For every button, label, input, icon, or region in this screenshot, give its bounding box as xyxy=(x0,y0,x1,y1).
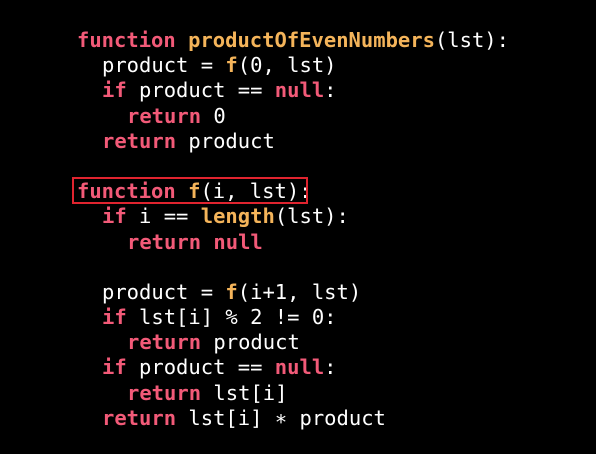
code-token: product == xyxy=(126,355,275,380)
code-line: return 0 xyxy=(77,104,509,129)
code-block: function productOfEvenNumbers(lst): produ… xyxy=(77,28,509,431)
code-line: if i == length(lst): xyxy=(77,204,509,229)
keyword-token: if xyxy=(102,355,127,380)
keyword-token: null xyxy=(213,229,263,254)
code-token: product xyxy=(176,128,275,153)
keyword-token: null xyxy=(274,355,325,380)
code-token: i == xyxy=(126,204,201,229)
code-token: product == xyxy=(126,78,275,103)
code-token: product xyxy=(287,405,386,430)
code-line: return lst[i] xyxy=(77,381,509,406)
code-token: (lst): xyxy=(434,28,509,52)
code-line: return product xyxy=(77,330,509,355)
code-token: product xyxy=(201,330,300,355)
function-name-token: productOfEvenNumbers xyxy=(188,28,435,52)
keyword-token: return xyxy=(127,229,202,254)
code-line: if product == null: xyxy=(77,78,509,103)
keyword-token: if xyxy=(102,204,127,229)
keyword-token: function xyxy=(77,28,176,52)
function-name-token: length xyxy=(200,204,275,229)
code-line: product = f(0, lst) xyxy=(77,53,509,78)
keyword-token: return xyxy=(102,405,177,430)
keyword-token: return xyxy=(127,330,202,355)
code-token: product = xyxy=(102,53,226,78)
code-token: lst[i] xyxy=(201,380,288,405)
keyword-token: if xyxy=(102,78,127,103)
code-line: if lst[i] % 2 != 0: xyxy=(77,305,509,330)
code-token: product = xyxy=(102,279,226,304)
keyword-token: if xyxy=(102,305,127,330)
highlight-box xyxy=(72,177,308,204)
keyword-token: return xyxy=(102,128,177,153)
code-token: ∗ xyxy=(274,405,288,430)
function-name-token: f xyxy=(225,279,238,304)
code-line: if product == null: xyxy=(77,355,509,380)
keyword-token: return xyxy=(127,380,202,405)
code-line: return null xyxy=(77,230,509,255)
code-token: (i+1, lst) xyxy=(237,279,362,304)
function-name-token: f xyxy=(225,53,238,78)
code-line: product = f(i+1, lst) xyxy=(77,280,509,305)
code-line: return product xyxy=(77,129,509,154)
code-line: return lst[i] ∗ product xyxy=(77,406,509,431)
code-token: (lst): xyxy=(274,204,349,229)
code-token: lst[i] xyxy=(176,405,275,430)
code-token: : xyxy=(324,355,337,380)
keyword-token: null xyxy=(274,78,325,103)
code-token: 0 xyxy=(201,103,226,128)
code-token: lst[i] % 2 != 0: xyxy=(126,305,337,330)
code-token: (0, lst) xyxy=(237,53,337,78)
code-line: function productOfEvenNumbers(lst): xyxy=(77,28,509,53)
keyword-token: return xyxy=(127,103,202,128)
code-token: : xyxy=(324,78,337,103)
